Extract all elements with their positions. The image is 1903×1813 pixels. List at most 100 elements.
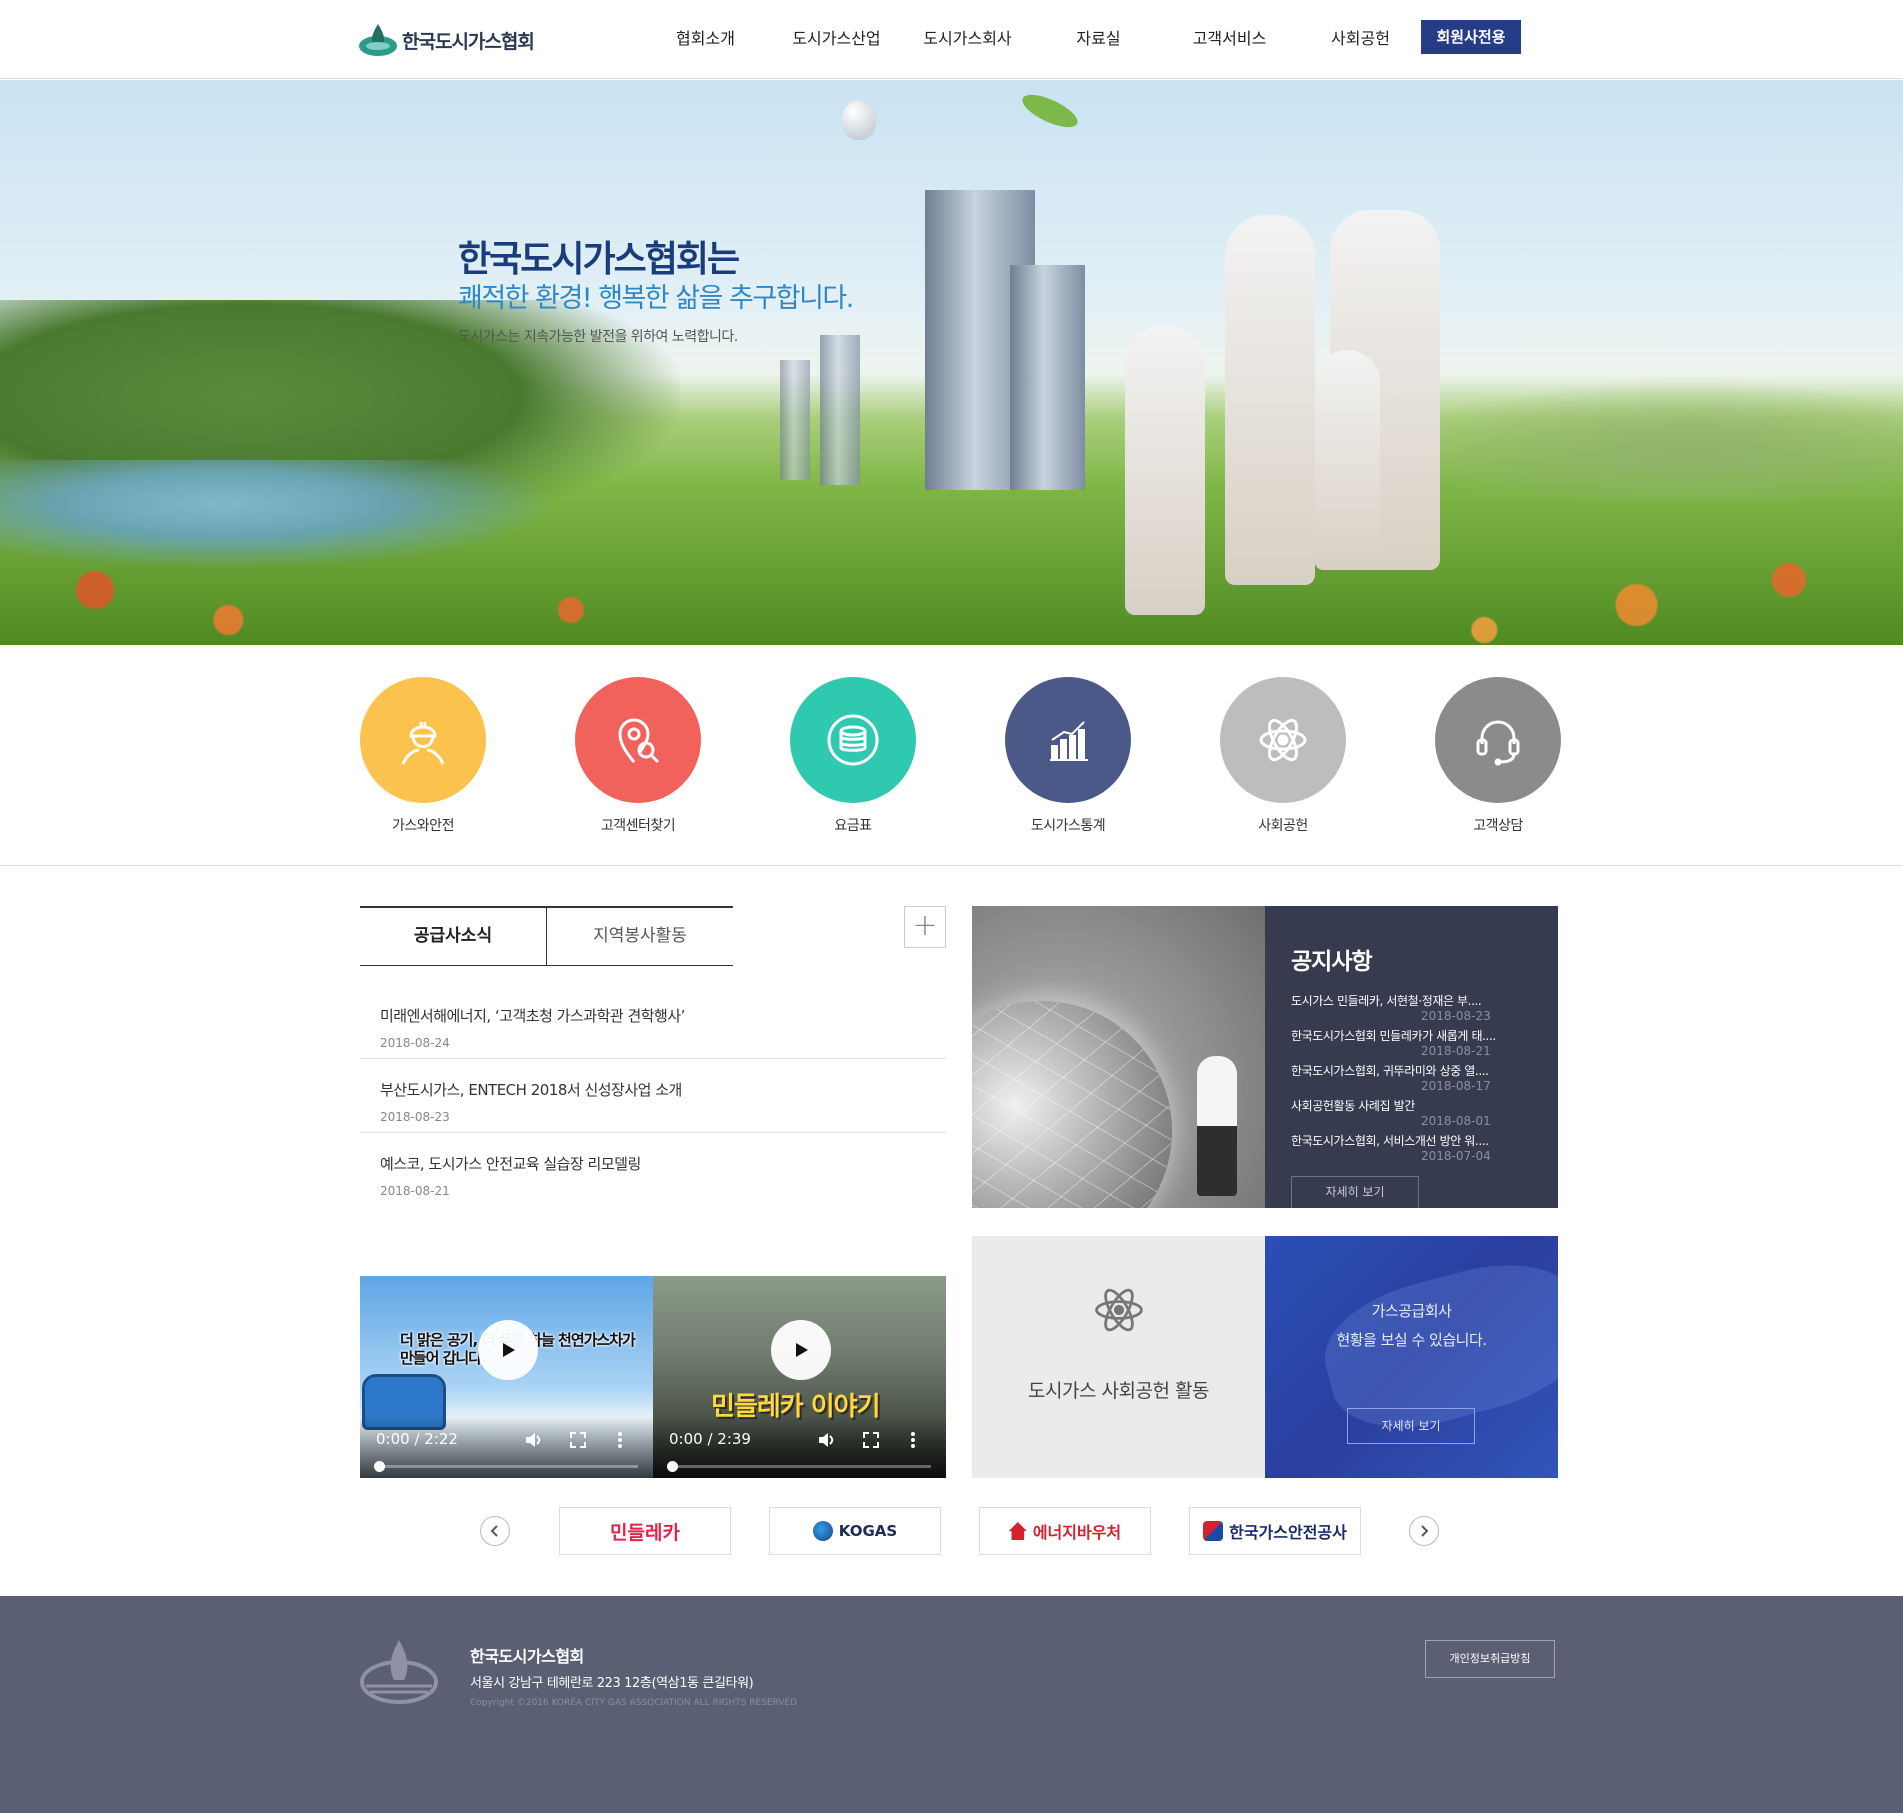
quick-link-statistics[interactable]: 도시가스통계: [1005, 677, 1131, 835]
partner-logo-mindeulleka[interactable]: 민들레카: [559, 1507, 731, 1555]
house-icon: [1008, 1522, 1027, 1540]
news-item[interactable]: 부산도시가스, ENTECH 2018서 신성장사업 소개 2018-08-23: [360, 1059, 946, 1133]
notice-item[interactable]: 한국도시가스협회, 귀뚜라미와 상중 열.... 2018-08-17: [1291, 1062, 1558, 1097]
video-time: 0:00 / 2:39: [669, 1430, 751, 1448]
notice-item-date: 2018-08-23: [1421, 1009, 1491, 1023]
location-search-icon: [618, 718, 660, 764]
video-more-button[interactable]: [903, 1430, 923, 1450]
quick-link-circle: [1435, 677, 1561, 803]
hero-building: [1010, 265, 1085, 490]
gas-company-more-button[interactable]: 자세히 보기: [1347, 1408, 1475, 1444]
news-item[interactable]: 미래엔서해에너지, ‘고객초청 가스과학관 견학행사’ 2018-08-24: [360, 985, 946, 1059]
partner-logo-kogas[interactable]: KOGAS: [769, 1507, 941, 1555]
quick-link-label: 가스와안전: [392, 818, 454, 834]
volume-button[interactable]: [523, 1430, 543, 1450]
quick-link-circle: [1005, 677, 1131, 803]
partner-logo-energy-voucher[interactable]: 에너지바우처: [979, 1507, 1151, 1555]
play-icon: [796, 1343, 808, 1357]
news-title: 부산도시가스, ENTECH 2018서 신성장사업 소개: [380, 1081, 682, 1099]
notice-item-title: 한국도시가스협회, 서비스개선 방안 워....: [1291, 1134, 1489, 1148]
volume-button[interactable]: [816, 1430, 836, 1450]
kogas-logo-icon: [812, 1521, 833, 1541]
fullscreen-button[interactable]: [861, 1430, 881, 1450]
nav-item-industry[interactable]: 도시가스산업: [771, 20, 902, 58]
member-only-button[interactable]: 회원사전용: [1421, 20, 1521, 54]
video-player[interactable]: 더 맑은 공기, 더 푸른 하늘 천연가스차가 만들어 갑니다. 0:00 / …: [360, 1276, 653, 1478]
partners-prev-button[interactable]: [480, 1516, 510, 1546]
video-progress-handle[interactable]: [374, 1461, 385, 1472]
partners-next-button[interactable]: [1409, 1516, 1439, 1546]
notice-item-title: 한국도시가스협회, 귀뚜라미와 상중 열....: [1291, 1064, 1489, 1078]
quick-link-social-contribution[interactable]: 사회공헌: [1220, 677, 1346, 835]
globe-graphic: [972, 1001, 1172, 1208]
chevron-right-icon: [1421, 1525, 1429, 1537]
partner-name: 에너지바우처: [1032, 1523, 1122, 1542]
notice-more-button[interactable]: 자세히 보기: [1291, 1176, 1419, 1208]
notice-item-title: 한국도시가스협회 민들레카가 새롭게 태....: [1291, 1029, 1496, 1043]
play-button[interactable]: [478, 1320, 538, 1380]
hero-subtitle: 쾌적한 환경! 행복한 삶을 추구합니다.: [458, 283, 854, 314]
volume-icon: [819, 1433, 834, 1447]
fullscreen-icon: [863, 1432, 879, 1448]
nav-item-about[interactable]: 협회소개: [640, 20, 771, 58]
partner-name: 한국가스안전공사: [1229, 1523, 1347, 1542]
hero-flowers: [0, 550, 1903, 645]
notice-item[interactable]: 한국도시가스협회, 서비스개선 방안 워.... 2018-07-04: [1291, 1132, 1558, 1167]
footer-org-name: 한국도시가스협회: [470, 1647, 584, 1666]
hero-building: [820, 335, 860, 485]
quick-link-find-center[interactable]: 고객센터찾기: [575, 677, 701, 835]
news-title: 예스코, 도시가스 안전교육 실습장 리모델링: [380, 1155, 641, 1173]
news-more-button[interactable]: +: [904, 906, 946, 948]
hero-banner: 한국도시가스협회는 쾌적한 환경! 행복한 삶을 추구합니다. 도시가스는 지속…: [0, 80, 1903, 645]
video-more-button[interactable]: [610, 1430, 630, 1450]
logo[interactable]: 한국도시가스협회: [358, 22, 535, 58]
hero-title: 한국도시가스협회는: [458, 239, 740, 280]
quick-link-gas-safety[interactable]: 가스와안전: [360, 677, 486, 835]
gas-company-card: 가스공급회사 현황을 보실 수 있습니다. 자세히 보기: [1265, 1236, 1558, 1478]
nav-item-companies[interactable]: 도시가스회사: [902, 20, 1033, 58]
play-button[interactable]: [771, 1320, 831, 1380]
notice-item-date: 2018-07-04: [1421, 1149, 1491, 1163]
quick-link-rates[interactable]: 요금표: [790, 677, 916, 835]
notice-item[interactable]: 도시가스 민들레카, 서현철·정재은 부.... 2018-08-23: [1291, 992, 1558, 1027]
video-progress-track[interactable]: [669, 1465, 931, 1468]
video-progress-track[interactable]: [376, 1465, 638, 1468]
gas-company-text: 가스공급회사: [1371, 1302, 1452, 1320]
nav-item-customer-service[interactable]: 고객서비스: [1164, 20, 1295, 58]
news-list: 미래엔서해에너지, ‘고객초청 가스과학관 견학행사’ 2018-08-24 부…: [360, 985, 946, 1207]
partner-logo-gas-safety-corp[interactable]: 한국가스안전공사: [1189, 1507, 1361, 1555]
hero-family-mother: [1225, 215, 1315, 585]
more-vertical-icon: [911, 1432, 915, 1448]
worker-icon: [401, 722, 445, 765]
footer: 한국도시가스협회 서울시 강남구 테헤란로 223 12층(역삼1동 큰길타워)…: [0, 1596, 1903, 1813]
chevron-left-icon: [490, 1525, 498, 1537]
privacy-policy-button[interactable]: 개인정보취급방침: [1425, 1640, 1555, 1678]
fullscreen-button[interactable]: [568, 1430, 588, 1450]
notice-item[interactable]: 한국도시가스협회 민들레카가 새롭게 태.... 2018-08-21: [1291, 1027, 1558, 1062]
quick-link-consultation[interactable]: 고객상담: [1435, 677, 1561, 835]
atom-icon: [1094, 1288, 1143, 1332]
social-contribution-card[interactable]: 도시가스 사회공헌 활동: [972, 1236, 1265, 1478]
notice-item-date: 2018-08-17: [1421, 1079, 1491, 1093]
hero-building: [780, 360, 810, 480]
nav-item-library[interactable]: 자료실: [1033, 20, 1164, 58]
notice-item[interactable]: 사회공헌활동 사례집 발간 2018-08-01: [1291, 1097, 1558, 1132]
nav-item-social-contribution[interactable]: 사회공헌: [1295, 20, 1426, 58]
footer-copyright: Copyright ©2016 KOREA CITY GAS ASSOCIATI…: [470, 1698, 798, 1708]
footer-logo-icon: [360, 1640, 438, 1704]
tab-supplier-news[interactable]: 공급사소식: [360, 908, 546, 965]
chart-icon: [1050, 721, 1088, 761]
header: 한국도시가스협회 협회소개 도시가스산업 도시가스회사 자료실 고객서비스 사회…: [0, 0, 1903, 79]
leaf: [1018, 88, 1082, 134]
video-time: 0:00 / 2:22: [376, 1430, 458, 1448]
news-item[interactable]: 예스코, 도시가스 안전교육 실습장 리모델링 2018-08-21: [360, 1133, 946, 1207]
kgs-logo-icon: [1203, 1521, 1224, 1541]
notice-title: 공지사항: [1291, 949, 1373, 975]
video-player[interactable]: 민들레카 이야기 0:00 / 2:39: [653, 1276, 946, 1478]
tab-community-service[interactable]: 지역봉사활동: [546, 908, 733, 965]
video-progress-handle[interactable]: [667, 1461, 678, 1472]
news-date: 2018-08-21: [380, 1184, 450, 1198]
quick-link-circle: [360, 677, 486, 803]
quick-link-circle: [1220, 677, 1346, 803]
notice-item-title: 도시가스 민들레카, 서현철·정재은 부....: [1291, 994, 1482, 1008]
